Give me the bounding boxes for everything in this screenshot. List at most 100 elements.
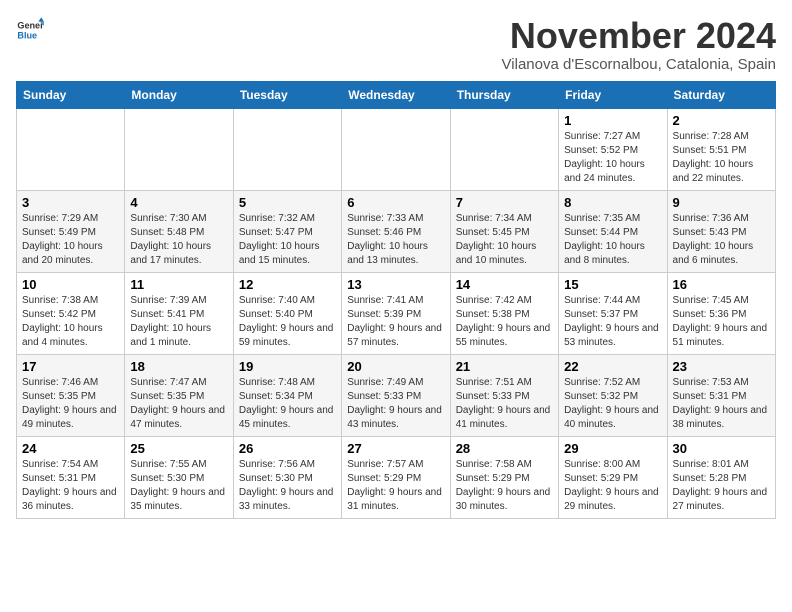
calendar-cell: 18 Sunrise: 7:47 AMSunset: 5:35 PMDayligh…: [125, 354, 233, 436]
day-number: 11: [130, 277, 227, 292]
location-title: Vilanova d'Escornalbou, Catalonia, Spain: [502, 56, 776, 73]
day-info: Sunrise: 7:36 AMSunset: 5:43 PMDaylight:…: [673, 212, 770, 268]
calendar-cell: 22 Sunrise: 7:52 AMSunset: 5:32 PMDayligh…: [559, 354, 667, 436]
header-day-wednesday: Wednesday: [342, 81, 450, 108]
day-number: 5: [239, 195, 336, 210]
day-number: 24: [22, 441, 119, 456]
day-number: 7: [456, 195, 553, 210]
day-info: Sunrise: 7:55 AMSunset: 5:30 PMDaylight:…: [130, 458, 227, 514]
day-info: Sunrise: 7:58 AMSunset: 5:29 PMDaylight:…: [456, 458, 553, 514]
day-number: 4: [130, 195, 227, 210]
day-number: 15: [564, 277, 661, 292]
day-info: Sunrise: 8:01 AMSunset: 5:28 PMDaylight:…: [673, 458, 770, 514]
header-day-friday: Friday: [559, 81, 667, 108]
calendar-cell: 30 Sunrise: 8:01 AMSunset: 5:28 PMDayligh…: [667, 436, 775, 518]
day-number: 8: [564, 195, 661, 210]
logo-icon: General Blue: [16, 16, 44, 44]
day-number: 26: [239, 441, 336, 456]
day-info: Sunrise: 7:40 AMSunset: 5:40 PMDaylight:…: [239, 294, 336, 350]
day-number: 1: [564, 113, 661, 128]
day-info: Sunrise: 7:49 AMSunset: 5:33 PMDaylight:…: [347, 376, 444, 432]
header: General Blue November 2024 Vilanova d'Es…: [16, 16, 776, 73]
day-number: 16: [673, 277, 770, 292]
calendar-table: SundayMondayTuesdayWednesdayThursdayFrid…: [16, 81, 776, 519]
calendar-cell: 19Sunrise: 7:48 AMSunset: 5:34 PMDayligh…: [233, 354, 341, 436]
calendar-cell: 16 Sunrise: 7:45 AMSunset: 5:36 PMDayligh…: [667, 272, 775, 354]
calendar-cell: 3 Sunrise: 7:29 AMSunset: 5:49 PMDaylight…: [17, 190, 125, 272]
day-info: Sunrise: 7:29 AMSunset: 5:49 PMDaylight:…: [22, 212, 119, 268]
day-info: Sunrise: 7:52 AMSunset: 5:32 PMDaylight:…: [564, 376, 661, 432]
calendar-cell: 6 Sunrise: 7:33 AMSunset: 5:46 PMDaylight…: [342, 190, 450, 272]
day-number: 2: [673, 113, 770, 128]
header-day-sunday: Sunday: [17, 81, 125, 108]
header-day-monday: Monday: [125, 81, 233, 108]
calendar-cell: 29 Sunrise: 8:00 AMSunset: 5:29 PMDayligh…: [559, 436, 667, 518]
day-number: 25: [130, 441, 227, 456]
day-number: 23: [673, 359, 770, 374]
day-info: Sunrise: 7:44 AMSunset: 5:37 PMDaylight:…: [564, 294, 661, 350]
calendar-cell: 13Sunrise: 7:41 AMSunset: 5:39 PMDayligh…: [342, 272, 450, 354]
day-number: 18: [130, 359, 227, 374]
day-number: 22: [564, 359, 661, 374]
day-number: 3: [22, 195, 119, 210]
day-info: Sunrise: 7:33 AMSunset: 5:46 PMDaylight:…: [347, 212, 444, 268]
calendar-cell: [17, 108, 125, 190]
calendar-cell: 2Sunrise: 7:28 AMSunset: 5:51 PMDaylight…: [667, 108, 775, 190]
day-info: Sunrise: 7:46 AMSunset: 5:35 PMDaylight:…: [22, 376, 119, 432]
day-number: 28: [456, 441, 553, 456]
day-number: 29: [564, 441, 661, 456]
calendar-week-0: 1 Sunrise: 7:27 AMSunset: 5:52 PMDaylight…: [17, 108, 776, 190]
calendar-cell: 7Sunrise: 7:34 AMSunset: 5:45 PMDaylight…: [450, 190, 558, 272]
day-number: 20: [347, 359, 444, 374]
day-info: Sunrise: 7:30 AMSunset: 5:48 PMDaylight:…: [130, 212, 227, 268]
calendar-cell: 25 Sunrise: 7:55 AMSunset: 5:30 PMDayligh…: [125, 436, 233, 518]
day-info: Sunrise: 7:39 AMSunset: 5:41 PMDaylight:…: [130, 294, 227, 350]
calendar-week-4: 24 Sunrise: 7:54 AMSunset: 5:31 PMDayligh…: [17, 436, 776, 518]
calendar-cell: 8 Sunrise: 7:35 AMSunset: 5:44 PMDaylight…: [559, 190, 667, 272]
calendar-cell: 4 Sunrise: 7:30 AMSunset: 5:48 PMDaylight…: [125, 190, 233, 272]
day-info: Sunrise: 7:54 AMSunset: 5:31 PMDaylight:…: [22, 458, 119, 514]
calendar-cell: 24 Sunrise: 7:54 AMSunset: 5:31 PMDayligh…: [17, 436, 125, 518]
calendar-cell: 12 Sunrise: 7:40 AMSunset: 5:40 PMDayligh…: [233, 272, 341, 354]
day-info: Sunrise: 7:41 AMSunset: 5:39 PMDaylight:…: [347, 294, 444, 350]
day-number: 27: [347, 441, 444, 456]
day-info: Sunrise: 7:56 AMSunset: 5:30 PMDaylight:…: [239, 458, 336, 514]
calendar-cell: 20 Sunrise: 7:49 AMSunset: 5:33 PMDayligh…: [342, 354, 450, 436]
day-info: Sunrise: 7:38 AMSunset: 5:42 PMDaylight:…: [22, 294, 119, 350]
calendar-week-3: 17Sunrise: 7:46 AMSunset: 5:35 PMDayligh…: [17, 354, 776, 436]
day-number: 19: [239, 359, 336, 374]
header-day-thursday: Thursday: [450, 81, 558, 108]
calendar-cell: [342, 108, 450, 190]
calendar-cell: 1 Sunrise: 7:27 AMSunset: 5:52 PMDaylight…: [559, 108, 667, 190]
calendar-cell: [125, 108, 233, 190]
calendar-cell: [450, 108, 558, 190]
calendar-week-1: 3 Sunrise: 7:29 AMSunset: 5:49 PMDaylight…: [17, 190, 776, 272]
header-day-tuesday: Tuesday: [233, 81, 341, 108]
calendar-cell: 27 Sunrise: 7:57 AMSunset: 5:29 PMDayligh…: [342, 436, 450, 518]
calendar-cell: 10 Sunrise: 7:38 AMSunset: 5:42 PMDayligh…: [17, 272, 125, 354]
calendar-header-row: SundayMondayTuesdayWednesdayThursdayFrid…: [17, 81, 776, 108]
calendar-cell: 15 Sunrise: 7:44 AMSunset: 5:37 PMDayligh…: [559, 272, 667, 354]
day-info: Sunrise: 7:51 AMSunset: 5:33 PMDaylight:…: [456, 376, 553, 432]
month-title: November 2024: [502, 16, 776, 56]
day-number: 12: [239, 277, 336, 292]
day-info: Sunrise: 7:35 AMSunset: 5:44 PMDaylight:…: [564, 212, 661, 268]
calendar-week-2: 10 Sunrise: 7:38 AMSunset: 5:42 PMDayligh…: [17, 272, 776, 354]
day-info: Sunrise: 7:27 AMSunset: 5:52 PMDaylight:…: [564, 130, 661, 186]
day-number: 6: [347, 195, 444, 210]
day-info: Sunrise: 8:00 AMSunset: 5:29 PMDaylight:…: [564, 458, 661, 514]
calendar-cell: 11 Sunrise: 7:39 AMSunset: 5:41 PMDayligh…: [125, 272, 233, 354]
day-info: Sunrise: 7:45 AMSunset: 5:36 PMDaylight:…: [673, 294, 770, 350]
calendar-cell: 23Sunrise: 7:53 AMSunset: 5:31 PMDayligh…: [667, 354, 775, 436]
day-info: Sunrise: 7:47 AMSunset: 5:35 PMDaylight:…: [130, 376, 227, 432]
day-number: 30: [673, 441, 770, 456]
calendar-cell: [233, 108, 341, 190]
day-number: 10: [22, 277, 119, 292]
calendar-cell: 17Sunrise: 7:46 AMSunset: 5:35 PMDayligh…: [17, 354, 125, 436]
day-number: 9: [673, 195, 770, 210]
day-info: Sunrise: 7:57 AMSunset: 5:29 PMDaylight:…: [347, 458, 444, 514]
svg-text:Blue: Blue: [17, 30, 37, 40]
logo: General Blue: [16, 16, 44, 44]
calendar-cell: 9 Sunrise: 7:36 AMSunset: 5:43 PMDaylight…: [667, 190, 775, 272]
header-day-saturday: Saturday: [667, 81, 775, 108]
